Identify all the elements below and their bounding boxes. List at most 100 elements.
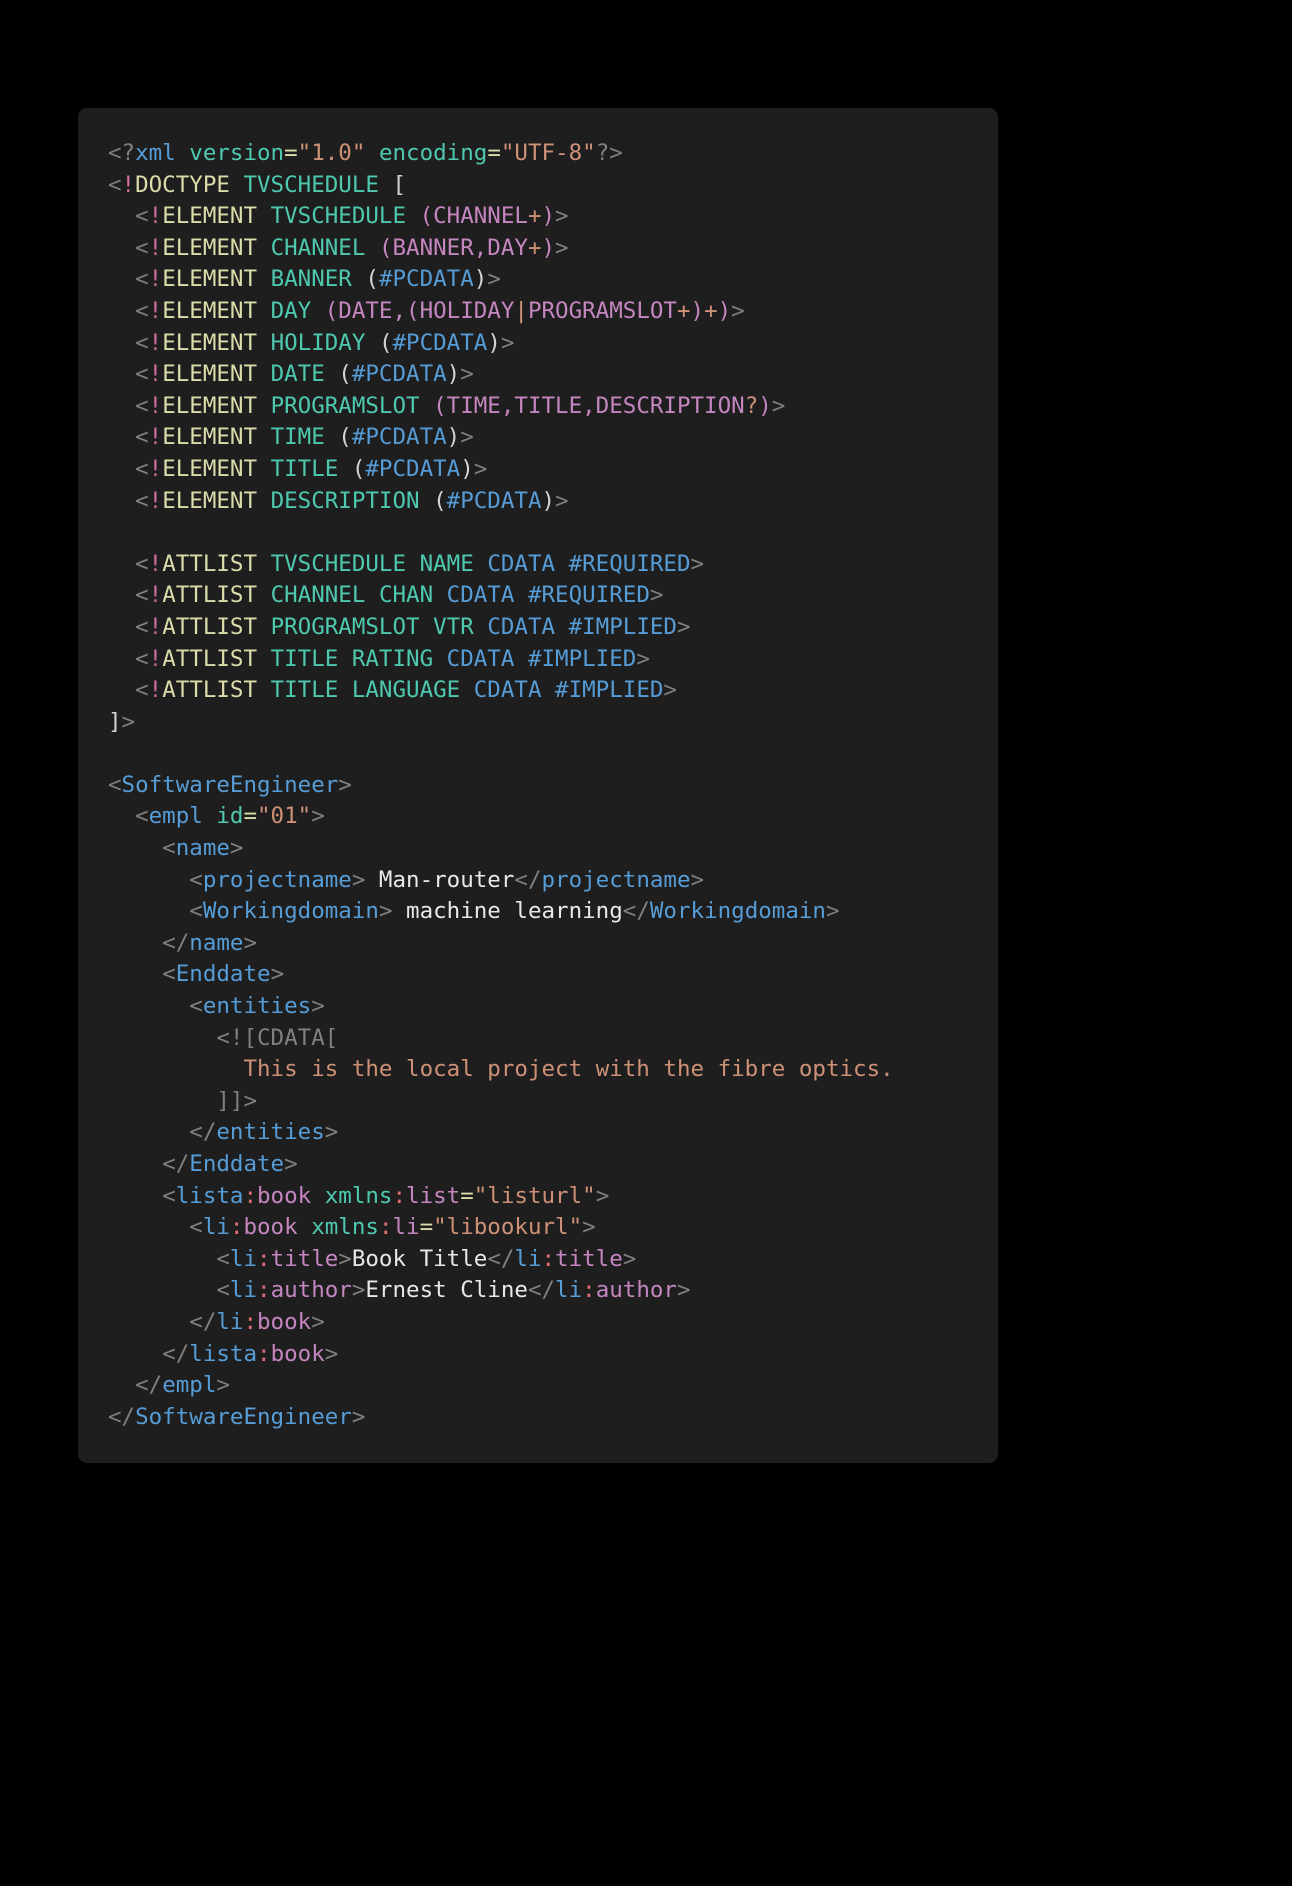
code-line-element-9: <!ELEMENT DESCRIPTION (#PCDATA)>	[108, 488, 569, 514]
element-model-7: (#PCDATA)	[338, 424, 461, 451]
prolog-version-value: "1.0"	[297, 140, 366, 166]
liauthor-close-colon: :	[582, 1277, 596, 1304]
element-bang-6: !	[148, 392, 163, 419]
entities-open-gt: >	[311, 993, 325, 1020]
code-line-projectname: <projectname> Man-router</projectname>	[108, 867, 704, 893]
code-line-enddate-close: </Enddate>	[108, 1151, 297, 1177]
element-bang-5: !	[148, 361, 163, 388]
projectname-text: Man-router	[365, 866, 515, 893]
empl-id-attr-value: "01"	[257, 803, 312, 830]
doctype-open-punc: <	[108, 171, 122, 198]
empl-id-eq: =	[243, 803, 258, 830]
lista-close-prefix: lista	[189, 1340, 258, 1367]
prolog-version-attr: version	[189, 140, 285, 166]
lista-xmlns-colon: :	[392, 1182, 407, 1209]
attlist-default-0: #REQUIRED	[568, 550, 691, 577]
element-keyword-9: ELEMENT	[162, 487, 258, 514]
element-close-punc-4: >	[500, 329, 515, 356]
empl-open-tag-name: empl	[148, 803, 203, 830]
workingdomain-open-tag-name: Workingdomain	[202, 898, 379, 925]
lititle-open-lt: <	[216, 1245, 230, 1272]
lititle-text: Book Title	[351, 1245, 488, 1272]
lititle-local-name: title	[270, 1245, 339, 1272]
element-name-6: PROGRAMSLOT	[270, 392, 420, 419]
attlist-attribute-1: CHAN	[378, 582, 434, 609]
attlist-attribute-2: VTR	[433, 613, 474, 640]
workingdomain-close-lt: </	[622, 898, 650, 925]
lista-xmlns-attr: xmlns	[324, 1182, 393, 1209]
attlist-default-3: #IMPLIED	[527, 645, 637, 672]
prolog-encoding-value: "UTF-8"	[500, 140, 596, 166]
attlist-keyword-2: ATTLIST	[162, 613, 258, 640]
libook-local-name: book	[243, 1214, 298, 1241]
attlist-open-punc-4: <	[135, 677, 149, 704]
element-close-punc-1: >	[555, 234, 569, 261]
code-line-element-2: <!ELEMENT BANNER (#PCDATA)>	[108, 266, 501, 292]
code-line-doctype-close: ]>	[108, 709, 135, 735]
element-bang-0: !	[148, 203, 163, 230]
code-line-lista-book-open: <lista:book xmlns:list="listurl">	[108, 1183, 609, 1209]
attlist-element-2: PROGRAMSLOT	[270, 613, 420, 640]
page-root: <?xml version="1.0" encoding="UTF-8"?> <…	[0, 0, 1292, 1886]
code-line-element-4: <!ELEMENT HOLIDAY (#PCDATA)>	[108, 330, 514, 356]
element-name-3: DAY	[270, 297, 312, 324]
libook-close-colon: :	[243, 1308, 258, 1335]
attlist-open-punc-3: <	[135, 645, 149, 672]
attlist-close-punc-0: >	[690, 550, 705, 577]
cdata-open-marker: <![CDATA[	[216, 1024, 339, 1051]
code-line-empl-open: <empl id="01">	[108, 803, 325, 829]
lista-open-gt: >	[595, 1182, 610, 1209]
enddate-open-tag-name: Enddate	[175, 961, 271, 988]
element-model-5: (#PCDATA)	[338, 361, 461, 388]
doctype-close-punc: >	[121, 708, 136, 735]
code-line-attlist-1: <!ATTLIST CHANNEL CHAN CDATA #REQUIRED>	[108, 582, 663, 608]
libook-close-gt: >	[311, 1308, 325, 1335]
element-bang-1: !	[148, 234, 163, 261]
element-keyword-2: ELEMENT	[162, 266, 258, 293]
element-bang-4: !	[148, 329, 163, 356]
cdata-close-marker: ]]>	[216, 1087, 258, 1114]
code-line-root-close: </SoftwareEngineer>	[108, 1404, 365, 1430]
attlist-keyword-4: ATTLIST	[162, 677, 258, 704]
element-close-punc-6: >	[771, 392, 786, 419]
liauthor-prefix: li	[229, 1277, 258, 1304]
libook-open-lt: <	[189, 1214, 203, 1241]
element-bang-9: !	[148, 487, 163, 514]
attlist-open-punc-1: <	[135, 582, 149, 609]
attlist-element-1: CHANNEL	[270, 582, 366, 609]
element-name-8: TITLE	[270, 455, 339, 482]
element-keyword-1: ELEMENT	[162, 234, 258, 261]
attlist-attribute-0: NAME	[419, 550, 474, 577]
root-open-gt: >	[338, 771, 352, 798]
code-line-root-open: <SoftwareEngineer>	[108, 772, 352, 798]
liauthor-open-gt: >	[351, 1277, 366, 1304]
code-line-li-title: <li:title>Book Title</li:title>	[108, 1246, 636, 1272]
element-open-punc-3: <	[135, 297, 149, 324]
name-open-lt: <	[162, 835, 176, 862]
attlist-element-0: TVSCHEDULE	[270, 550, 407, 577]
enddate-close-tag-name: Enddate	[189, 1151, 285, 1177]
element-close-punc-7: >	[460, 424, 474, 451]
projectname-close-lt: </	[514, 866, 542, 893]
empl-close-lt: </	[135, 1372, 163, 1399]
liauthor-close-prefix: li	[555, 1277, 583, 1304]
lititle-close-lt: </	[487, 1245, 515, 1272]
enddate-close-lt: </	[162, 1151, 190, 1177]
element-name-5: DATE	[270, 361, 325, 388]
xml-code-listing[interactable]: <?xml version="1.0" encoding="UTF-8"?> <…	[78, 138, 998, 1433]
element-close-punc-0: >	[555, 203, 569, 230]
libook-xmlns-value: "libookurl"	[433, 1214, 583, 1241]
projectname-open-gt: >	[351, 866, 366, 893]
element-close-punc-9: >	[555, 487, 569, 514]
name-open-gt: >	[229, 835, 244, 862]
empl-id-attr-name: id	[216, 803, 244, 830]
code-line-element-6: <!ELEMENT PROGRAMSLOT (TIME,TITLE,DESCRI…	[108, 393, 785, 419]
code-line-element-1: <!ELEMENT CHANNEL (BANNER,DAY+)>	[108, 235, 569, 261]
prolog-encoding-attr: encoding	[378, 140, 488, 166]
element-open-punc-6: <	[135, 392, 149, 419]
name-open-tag-name: name	[175, 835, 230, 862]
projectname-close-tag-name: projectname	[541, 866, 691, 893]
code-line-attlist-2: <!ATTLIST PROGRAMSLOT VTR CDATA #IMPLIED…	[108, 613, 690, 640]
liauthor-close-gt: >	[676, 1277, 691, 1304]
liauthor-text: Ernest Cline	[365, 1277, 528, 1304]
